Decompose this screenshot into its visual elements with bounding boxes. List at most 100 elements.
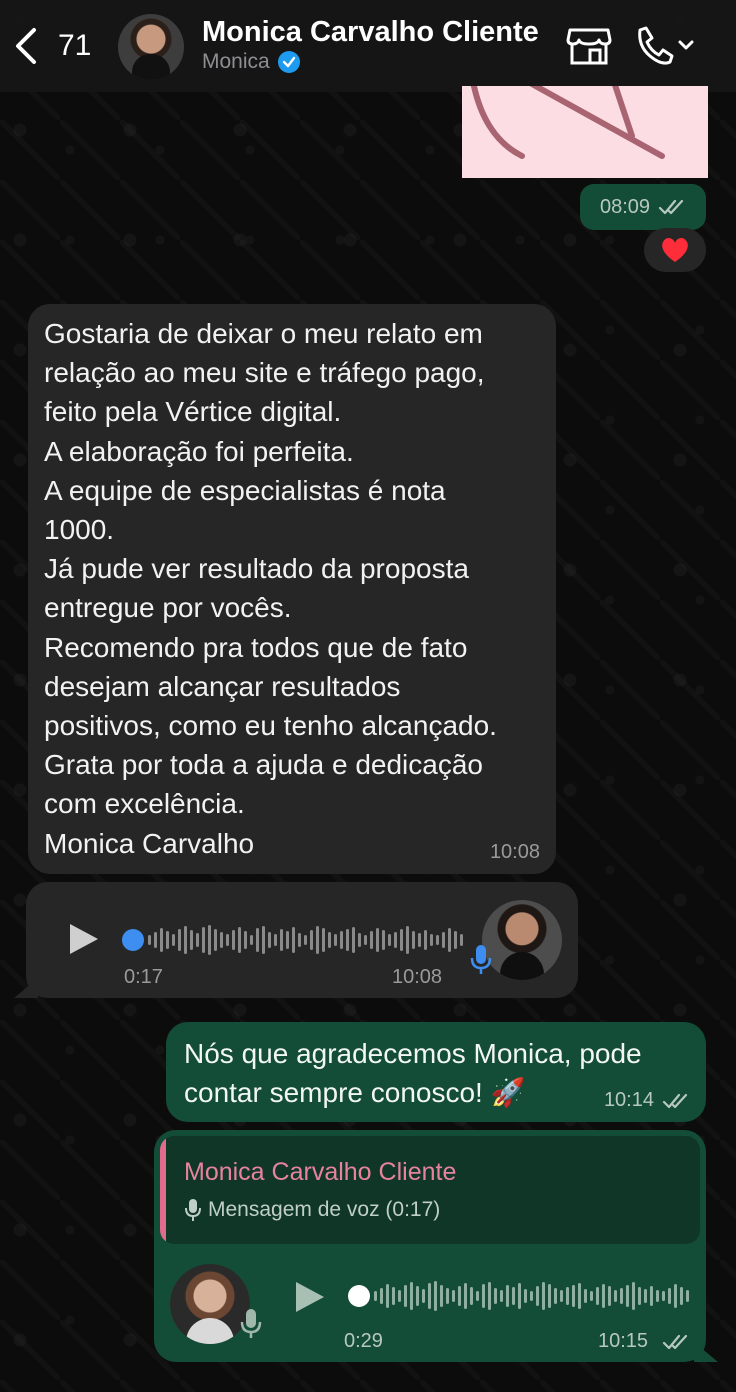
waveform-bar: [482, 1284, 485, 1308]
waveform-bar: [226, 934, 229, 946]
message-line: relação ao meu site e tráfego pago,: [44, 357, 485, 389]
waveform-bar: [424, 930, 427, 950]
quoted-message[interactable]: Monica Carvalho Cliente Mensagem de voz …: [160, 1136, 700, 1244]
photo-timestamp: 08:09: [580, 184, 706, 230]
waveform-bar: [196, 933, 199, 947]
waveform-bar: [310, 930, 313, 950]
waveform-bar: [572, 1285, 575, 1307]
waveform-bar: [184, 926, 187, 954]
waveform-bar: [436, 935, 439, 945]
outgoing-text-message[interactable]: Nós que agradecemos Monica, pode contar …: [166, 1022, 706, 1122]
message-line: entregue por vocês.: [44, 592, 292, 624]
voice-waveform[interactable]: [148, 922, 463, 958]
message-line: Recomendo pra todos que de fato: [44, 631, 468, 663]
waveform-bar: [292, 927, 295, 953]
microphone-icon: [470, 944, 492, 976]
waveform-bar: [668, 1288, 671, 1304]
voice-waveform[interactable]: [374, 1278, 689, 1314]
waveform-bar: [268, 932, 271, 948]
waveform-bar: [406, 926, 409, 954]
waveform-bar: [380, 1288, 383, 1304]
incoming-text-message[interactable]: Gostaria de deixar o meu relato em relaç…: [28, 304, 556, 874]
heart-icon: [662, 237, 688, 262]
waveform-bar: [364, 935, 367, 945]
waveform-bar: [590, 1291, 593, 1301]
waveform-bar: [524, 1289, 527, 1303]
waveform-bar: [376, 928, 379, 952]
back-button[interactable]: 71: [14, 22, 104, 70]
waveform-bar: [458, 1286, 461, 1306]
waveform-bar: [250, 935, 253, 945]
voice-progress-handle[interactable]: [348, 1285, 370, 1307]
contact-subtitle[interactable]: Monica: [202, 50, 300, 74]
phone-icon: [638, 26, 694, 65]
waveform-bar: [656, 1290, 659, 1302]
waveform-bar: [464, 1283, 467, 1309]
waveform-bar: [280, 929, 283, 951]
store-icon[interactable]: [566, 26, 612, 66]
waveform-bar: [416, 1286, 419, 1306]
waveform-bar: [548, 1284, 551, 1308]
waveform-bar: [214, 929, 217, 951]
waveform-bar: [578, 1283, 581, 1309]
microphone-icon: [240, 1308, 262, 1340]
waveform-bar: [418, 933, 421, 947]
waveform-bar: [358, 933, 361, 947]
waveform-bar: [542, 1282, 545, 1310]
waveform-bar: [460, 934, 463, 946]
waveform-bar: [566, 1287, 569, 1305]
waveform-bar: [160, 928, 163, 952]
waveform-bar: [404, 1285, 407, 1307]
shared-image[interactable]: [462, 86, 708, 178]
waveform-bar: [202, 927, 205, 953]
waveform-bar: [680, 1287, 683, 1305]
waveform-bar: [316, 926, 319, 954]
chat-header: 71 Monica Carvalho Cliente Monica: [0, 0, 736, 92]
waveform-bar: [452, 1290, 455, 1302]
play-button[interactable]: [66, 922, 100, 956]
waveform-bar: [560, 1290, 563, 1302]
waveform-bar: [286, 931, 289, 949]
waveform-bar: [256, 928, 259, 952]
waveform-bar: [554, 1288, 557, 1304]
waveform-bar: [442, 932, 445, 948]
play-button[interactable]: [292, 1280, 326, 1314]
incoming-voice-message: 0:17 10:08: [26, 882, 578, 998]
voice-progress-handle[interactable]: [122, 929, 144, 951]
waveform-bar: [244, 931, 247, 949]
unread-count: 71: [58, 29, 92, 62]
heart-reaction[interactable]: [644, 228, 706, 272]
waveform-bar: [340, 931, 343, 949]
waveform-bar: [154, 932, 157, 948]
waveform-bar: [422, 1289, 425, 1303]
waveform-bar: [322, 928, 325, 952]
waveform-bar: [430, 934, 433, 946]
quoted-sender: Monica Carvalho Cliente: [184, 1158, 457, 1186]
sender-avatar: [482, 900, 562, 980]
contact-subtitle-text: Monica: [202, 50, 270, 73]
contact-name[interactable]: Monica Carvalho Cliente: [202, 16, 539, 49]
message-line: desejam alcançar resultados: [44, 670, 401, 702]
waveform-bar: [220, 932, 223, 948]
waveform-bar: [488, 1282, 491, 1310]
waveform-bar: [494, 1288, 497, 1304]
waveform-bar: [644, 1289, 647, 1303]
waveform-bar: [428, 1283, 431, 1309]
waveform-bar: [388, 934, 391, 946]
waveform-bar: [440, 1285, 443, 1307]
contact-avatar[interactable]: [118, 14, 184, 80]
waveform-bar: [304, 935, 307, 945]
waveform-bar: [518, 1283, 521, 1309]
chat-screen: 71 Monica Carvalho Cliente Monica 08:09 …: [0, 0, 736, 1392]
chevron-left-icon: [14, 22, 42, 70]
outgoing-voice-reply: Monica Carvalho Cliente Mensagem de voz …: [154, 1130, 706, 1362]
waveform-bar: [262, 926, 265, 954]
waveform-bar: [370, 931, 373, 949]
sender-avatar: [170, 1264, 250, 1344]
voice-time: 10:15: [598, 1330, 649, 1352]
waveform-bar: [274, 934, 277, 946]
message-time: 10:14: [603, 1089, 654, 1111]
call-menu-button[interactable]: [632, 24, 696, 68]
waveform-bar: [470, 1287, 473, 1305]
waveform-bar: [328, 932, 331, 948]
